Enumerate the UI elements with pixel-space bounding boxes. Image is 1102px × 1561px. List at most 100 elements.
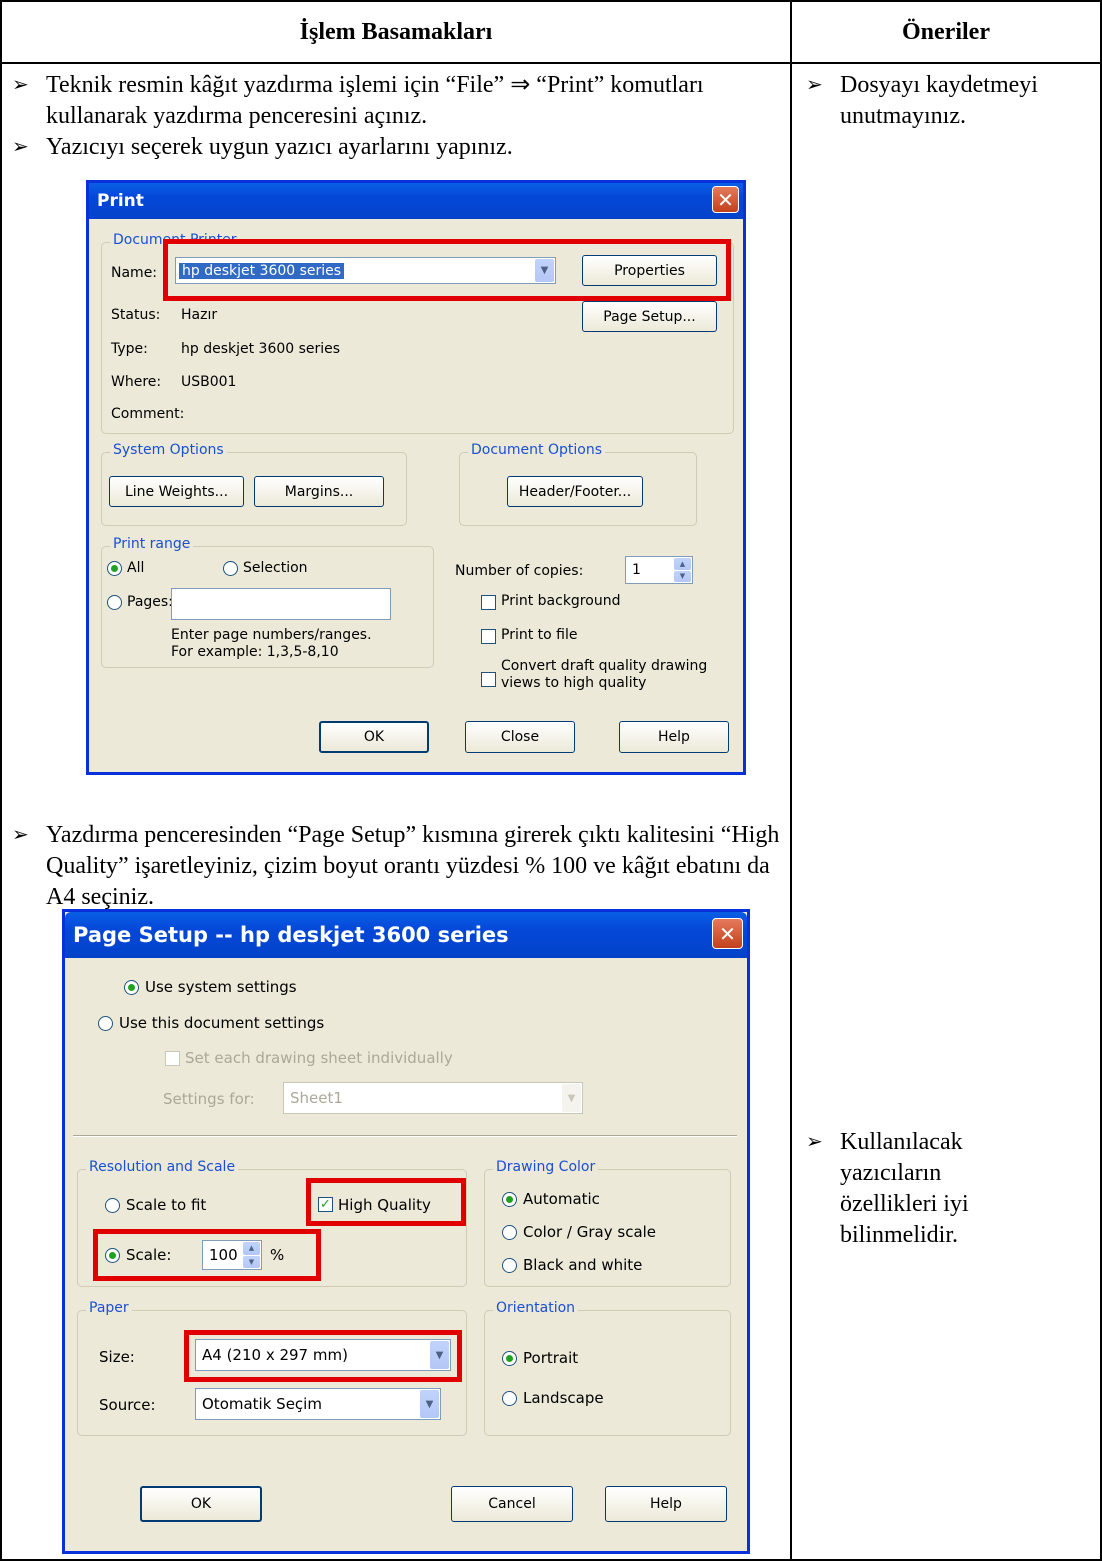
- print-dialog-title: Print: [97, 191, 144, 211]
- scale-to-fit-radio[interactable]: [105, 1198, 120, 1213]
- scale-to-fit-label: Scale to fit: [126, 1196, 207, 1214]
- pages-hint-line2: For example: 1,3,5-8,10: [171, 644, 339, 660]
- table-header-divider: [0, 62, 1102, 64]
- landscape-radio[interactable]: [502, 1391, 517, 1406]
- print-dialog: Print ✕ Document Printer Name: hp deskje…: [86, 180, 746, 775]
- selection-label: Selection: [243, 560, 308, 576]
- system-options-label: System Options: [110, 442, 227, 458]
- settings-for-value: Sheet1: [290, 1089, 343, 1107]
- selection-radio[interactable]: [223, 561, 238, 576]
- tip-item: ➢ Kullanılacak yazıcıların özellikleri i…: [806, 1129, 969, 1248]
- color-gray-label: Color / Gray scale: [523, 1223, 657, 1241]
- automatic-radio[interactable]: [502, 1192, 517, 1207]
- convert-quality-line1: Convert draft quality drawing: [501, 658, 708, 674]
- print-background-checkbox[interactable]: [481, 595, 496, 610]
- type-label: Type:: [111, 341, 148, 357]
- highlight-scale: [93, 1229, 321, 1281]
- convert-quality-line2: views to high quality: [501, 675, 647, 691]
- print-to-file-checkbox[interactable]: [481, 629, 496, 644]
- chevron-down-icon[interactable]: ▼: [562, 1084, 581, 1112]
- table-left-border: [0, 0, 2, 1561]
- ok-button[interactable]: OK: [140, 1486, 262, 1522]
- paper-source-select[interactable]: Otomatik Seçim ▼: [195, 1388, 441, 1420]
- paper-source-value: Otomatik Seçim: [202, 1395, 322, 1413]
- all-label: All: [127, 560, 145, 576]
- pages-input[interactable]: [171, 588, 391, 620]
- step-item: ➢ Yazdırma penceresinden “Page Setup” kı…: [12, 822, 780, 910]
- bullet-arrow-icon: ➢: [806, 1131, 823, 1153]
- bullet-arrow-icon: ➢: [12, 136, 29, 158]
- step-item: ➢ Yazıcıyı seçerek uygun yazıcı ayarları…: [12, 132, 782, 163]
- close-icon[interactable]: ✕: [712, 918, 743, 949]
- margins-button[interactable]: Margins...: [254, 476, 384, 507]
- highlight-printer-selection: [163, 239, 731, 301]
- orientation-group: Orientation: [484, 1300, 731, 1436]
- size-label: Size:: [99, 1348, 135, 1366]
- highlight-paper-size: [184, 1330, 462, 1382]
- pages-label: Pages:: [127, 594, 173, 610]
- pages-hint-line1: Enter page numbers/ranges.: [171, 627, 372, 643]
- table-column-divider: [790, 0, 792, 1561]
- cancel-button[interactable]: Cancel: [451, 1486, 573, 1522]
- step-item: ➢ Teknik resmin kâğıt yazdırma işlemi iç…: [12, 72, 704, 129]
- bullet-arrow-icon: ➢: [12, 824, 29, 846]
- page-setup-titlebar: Page Setup -- hp deskjet 3600 series ✕: [65, 912, 747, 958]
- type-value: hp deskjet 3600 series: [181, 341, 341, 357]
- use-system-settings-label: Use system settings: [145, 978, 297, 996]
- header-tips: Öneriler: [902, 18, 990, 45]
- print-range-label: Print range: [110, 536, 194, 552]
- resolution-scale-label: Resolution and Scale: [86, 1159, 239, 1175]
- name-label: Name:: [111, 265, 158, 281]
- pages-radio[interactable]: [107, 595, 122, 610]
- copies-label: Number of copies:: [455, 563, 584, 579]
- settings-for-label: Settings for:: [163, 1090, 255, 1108]
- bullet-arrow-icon: ➢: [12, 74, 29, 96]
- tip-item: ➢ Dosyayı kaydetmeyi unutmayınız.: [806, 72, 1038, 129]
- print-dialog-titlebar: Print ✕: [89, 183, 743, 219]
- all-radio[interactable]: [107, 561, 122, 576]
- black-white-radio[interactable]: [502, 1258, 517, 1273]
- set-each-sheet-checkbox[interactable]: [165, 1051, 180, 1066]
- set-each-sheet-label: Set each drawing sheet individually: [185, 1049, 453, 1067]
- orientation-label: Orientation: [493, 1300, 579, 1316]
- document-options-label: Document Options: [468, 442, 605, 458]
- help-button[interactable]: Help: [605, 1486, 727, 1522]
- source-label: Source:: [99, 1396, 156, 1414]
- header-footer-button[interactable]: Header/Footer...: [507, 476, 643, 507]
- copies-value: 1: [632, 562, 641, 578]
- automatic-label: Automatic: [523, 1190, 600, 1208]
- bullet-arrow-icon: ➢: [806, 74, 823, 96]
- use-document-settings-radio[interactable]: [98, 1016, 113, 1031]
- ok-button[interactable]: OK: [319, 721, 429, 753]
- page-setup-title: Page Setup -- hp deskjet 3600 series: [73, 923, 509, 947]
- print-background-label: Print background: [501, 593, 621, 609]
- highlight-high-quality: [306, 1178, 466, 1226]
- status-label: Status:: [111, 307, 161, 323]
- status-value: Hazır: [181, 307, 218, 323]
- header-steps: İşlem Basamakları: [299, 18, 493, 45]
- where-value: USB001: [181, 374, 237, 390]
- drawing-color-label: Drawing Color: [493, 1159, 599, 1175]
- portrait-radio[interactable]: [502, 1351, 517, 1366]
- close-button[interactable]: Close: [465, 721, 575, 753]
- use-system-settings-radio[interactable]: [124, 980, 139, 995]
- close-icon[interactable]: ✕: [712, 186, 739, 213]
- black-white-label: Black and white: [523, 1256, 643, 1274]
- divider: [73, 1135, 737, 1137]
- convert-quality-checkbox[interactable]: [481, 672, 496, 687]
- comment-label: Comment:: [111, 406, 185, 422]
- line-weights-button[interactable]: Line Weights...: [109, 476, 244, 507]
- landscape-label: Landscape: [523, 1389, 604, 1407]
- copies-spinner[interactable]: 1 ▲ ▼: [625, 556, 693, 584]
- use-document-settings-label: Use this document settings: [119, 1014, 325, 1032]
- color-gray-radio[interactable]: [502, 1225, 517, 1240]
- page-setup-button[interactable]: Page Setup...: [582, 301, 717, 332]
- chevron-down-icon[interactable]: ▼: [420, 1390, 439, 1418]
- portrait-label: Portrait: [523, 1349, 579, 1367]
- where-label: Where:: [111, 374, 162, 390]
- print-to-file-label: Print to file: [501, 627, 578, 643]
- settings-for-select[interactable]: Sheet1 ▼: [283, 1082, 583, 1114]
- page-setup-dialog: Page Setup -- hp deskjet 3600 series ✕ U…: [62, 909, 750, 1554]
- help-button[interactable]: Help: [619, 721, 729, 753]
- spin-arrows-icon[interactable]: ▲ ▼: [674, 558, 691, 582]
